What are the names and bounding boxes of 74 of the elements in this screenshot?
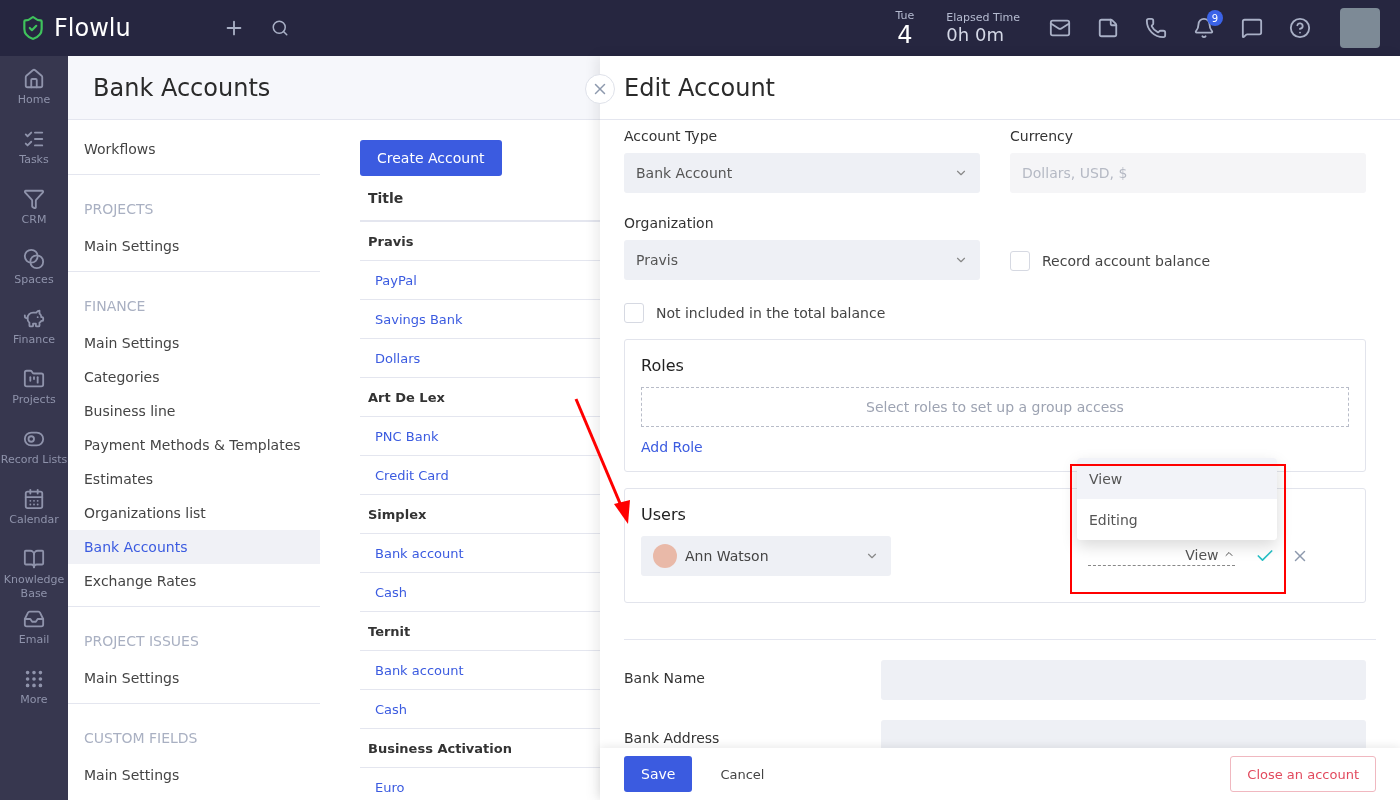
section-heading: PROJECTS (83, 200, 155, 219)
organization-select[interactable]: Pravis (624, 240, 980, 280)
note-icon[interactable] (1097, 17, 1119, 39)
card-title: Users (641, 505, 686, 524)
day-name: Tue (895, 8, 915, 22)
account-type-select[interactable]: Bank Account (624, 153, 980, 193)
create-account-button[interactable]: Create Account (360, 140, 502, 176)
page-title: Bank Accounts (68, 56, 600, 120)
settings-item[interactable]: Business line (68, 394, 320, 428)
rail-item[interactable]: Spaces (0, 248, 68, 308)
phone-icon[interactable] (1145, 17, 1167, 39)
close-account-button[interactable]: Close an account (1230, 756, 1376, 792)
filter-icon (23, 188, 45, 210)
section-heading: FINANCE (83, 297, 147, 316)
book-icon (23, 548, 45, 570)
settings-item[interactable]: Main Settings (68, 229, 320, 263)
checkbox-label: Not included in the total balance (656, 305, 886, 321)
mail-icon[interactable] (1049, 17, 1071, 39)
logo-text: Flowlu (54, 14, 131, 42)
cancel-button[interactable]: Cancel (702, 766, 783, 782)
elapsed-label: Elapsed Time (946, 11, 1020, 24)
rail-item[interactable]: Calendar (0, 488, 68, 548)
settings-item[interactable]: Categories (68, 360, 320, 394)
notification-badge: 9 (1207, 10, 1223, 26)
help-icon[interactable] (1289, 17, 1311, 39)
menu-item[interactable]: View (1077, 458, 1277, 499)
checkbox-label: Record account balance (1042, 253, 1211, 269)
circles-icon (23, 248, 45, 270)
card-title: Roles (641, 356, 684, 375)
checkbox[interactable] (1010, 251, 1030, 271)
search-icon[interactable] (271, 19, 289, 37)
rail-item[interactable]: CRM (0, 188, 68, 248)
inbox-icon (23, 608, 45, 630)
section-heading: PROJECT ISSUES (83, 632, 200, 651)
checkbox[interactable] (624, 303, 644, 323)
field-label: Currency (1010, 128, 1075, 144)
grid-icon (23, 668, 45, 690)
home-icon (23, 68, 45, 90)
settings-item[interactable]: Workflows (68, 132, 320, 166)
field-label: Bank Name (624, 669, 706, 686)
settings-item[interactable]: Payment Methods & Templates (68, 428, 320, 462)
rail-item[interactable]: Tasks (0, 128, 68, 188)
rail-item[interactable]: Email (0, 608, 68, 668)
chat-icon[interactable] (1241, 17, 1263, 39)
settings-item[interactable]: Estimates (68, 462, 320, 496)
rail-item[interactable]: More (0, 668, 68, 728)
field-label: Bank Address (624, 729, 721, 746)
calendar-icon (23, 488, 45, 510)
settings-item[interactable]: Main Settings (68, 758, 320, 792)
elapsed-value: 0h 0m (946, 24, 1005, 45)
rail-item[interactable]: Home (0, 68, 68, 128)
rail-item[interactable]: Projects (0, 368, 68, 428)
settings-item[interactable]: Exchange Rates (68, 564, 320, 598)
logo-icon (20, 15, 46, 41)
rail-item[interactable]: Finance (0, 308, 68, 368)
text-field[interactable] (881, 720, 1366, 748)
rail-item[interactable]: Record Lists (0, 428, 68, 488)
section-heading: CUSTOM FIELDS (83, 729, 199, 748)
field-label: Organization (624, 215, 715, 231)
save-button[interactable]: Save (624, 756, 693, 792)
day-number: 4 (897, 21, 913, 48)
piggy-bank-icon (23, 308, 45, 330)
field-label: Account Type (624, 128, 719, 144)
settings-item[interactable]: Bank Accounts (68, 530, 320, 564)
menu-item[interactable]: Editing (1077, 499, 1277, 540)
user-select[interactable]: Ann Watson (641, 536, 891, 576)
settings-item[interactable]: Organizations list (68, 496, 320, 530)
settings-item[interactable]: Main Settings (68, 326, 320, 360)
settings-item[interactable]: Main Settings (68, 661, 320, 695)
avatar-placeholder (653, 544, 677, 568)
add-role-link[interactable]: Add Role (641, 439, 703, 455)
rail-item[interactable]: Knowledge Base (0, 548, 68, 608)
folder-icon (23, 368, 45, 390)
access-select[interactable]: View (1088, 546, 1235, 566)
